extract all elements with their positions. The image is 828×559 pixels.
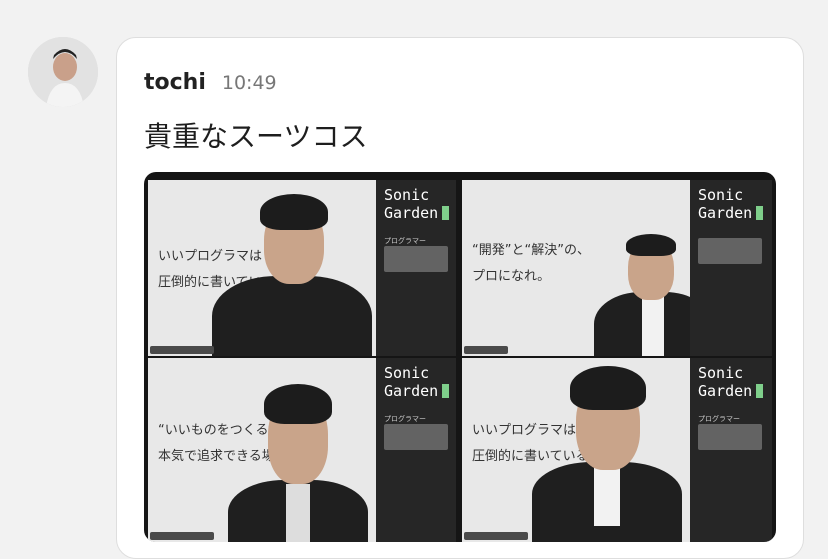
attached-image[interactable]: いいプログラマは 圧倒的に書いてい Sonic Garden プログラマー “開… [144,172,776,542]
slide-text: いいプログラマは 圧倒的に書いている [472,423,589,464]
timestamp[interactable]: 10:49 [222,72,277,94]
video-tile: “開発”と“解決”の、 プロになれ。 Sonic Garden [462,180,772,356]
name-tag [464,346,508,354]
message-text: 貴重なスーツコス [144,120,368,153]
avatar-image [28,37,98,107]
message-header: tochi 10:49 [144,70,277,95]
slide-text: “開発”と“解決”の、 プロになれ。 [472,243,590,284]
avatar[interactable] [28,37,98,107]
name-tag [150,532,214,540]
author-name[interactable]: tochi [144,70,206,95]
video-tile: “いいものをつくる” 本気で追求できる場所 Sonic Garden プログラマ… [148,358,456,542]
video-tile: いいプログラマは 圧倒的に書いている Sonic Garden プログラマー [462,358,772,542]
video-tile: いいプログラマは 圧倒的に書いてい Sonic Garden プログラマー [148,180,456,356]
brand-panel: Sonic Garden [690,180,772,356]
name-tag [464,532,528,540]
brand-panel: Sonic Garden プログラマー [690,358,772,542]
brand-panel: Sonic Garden プログラマー [376,180,456,356]
name-tag [150,346,214,354]
brand-panel: Sonic Garden プログラマー [376,358,456,542]
